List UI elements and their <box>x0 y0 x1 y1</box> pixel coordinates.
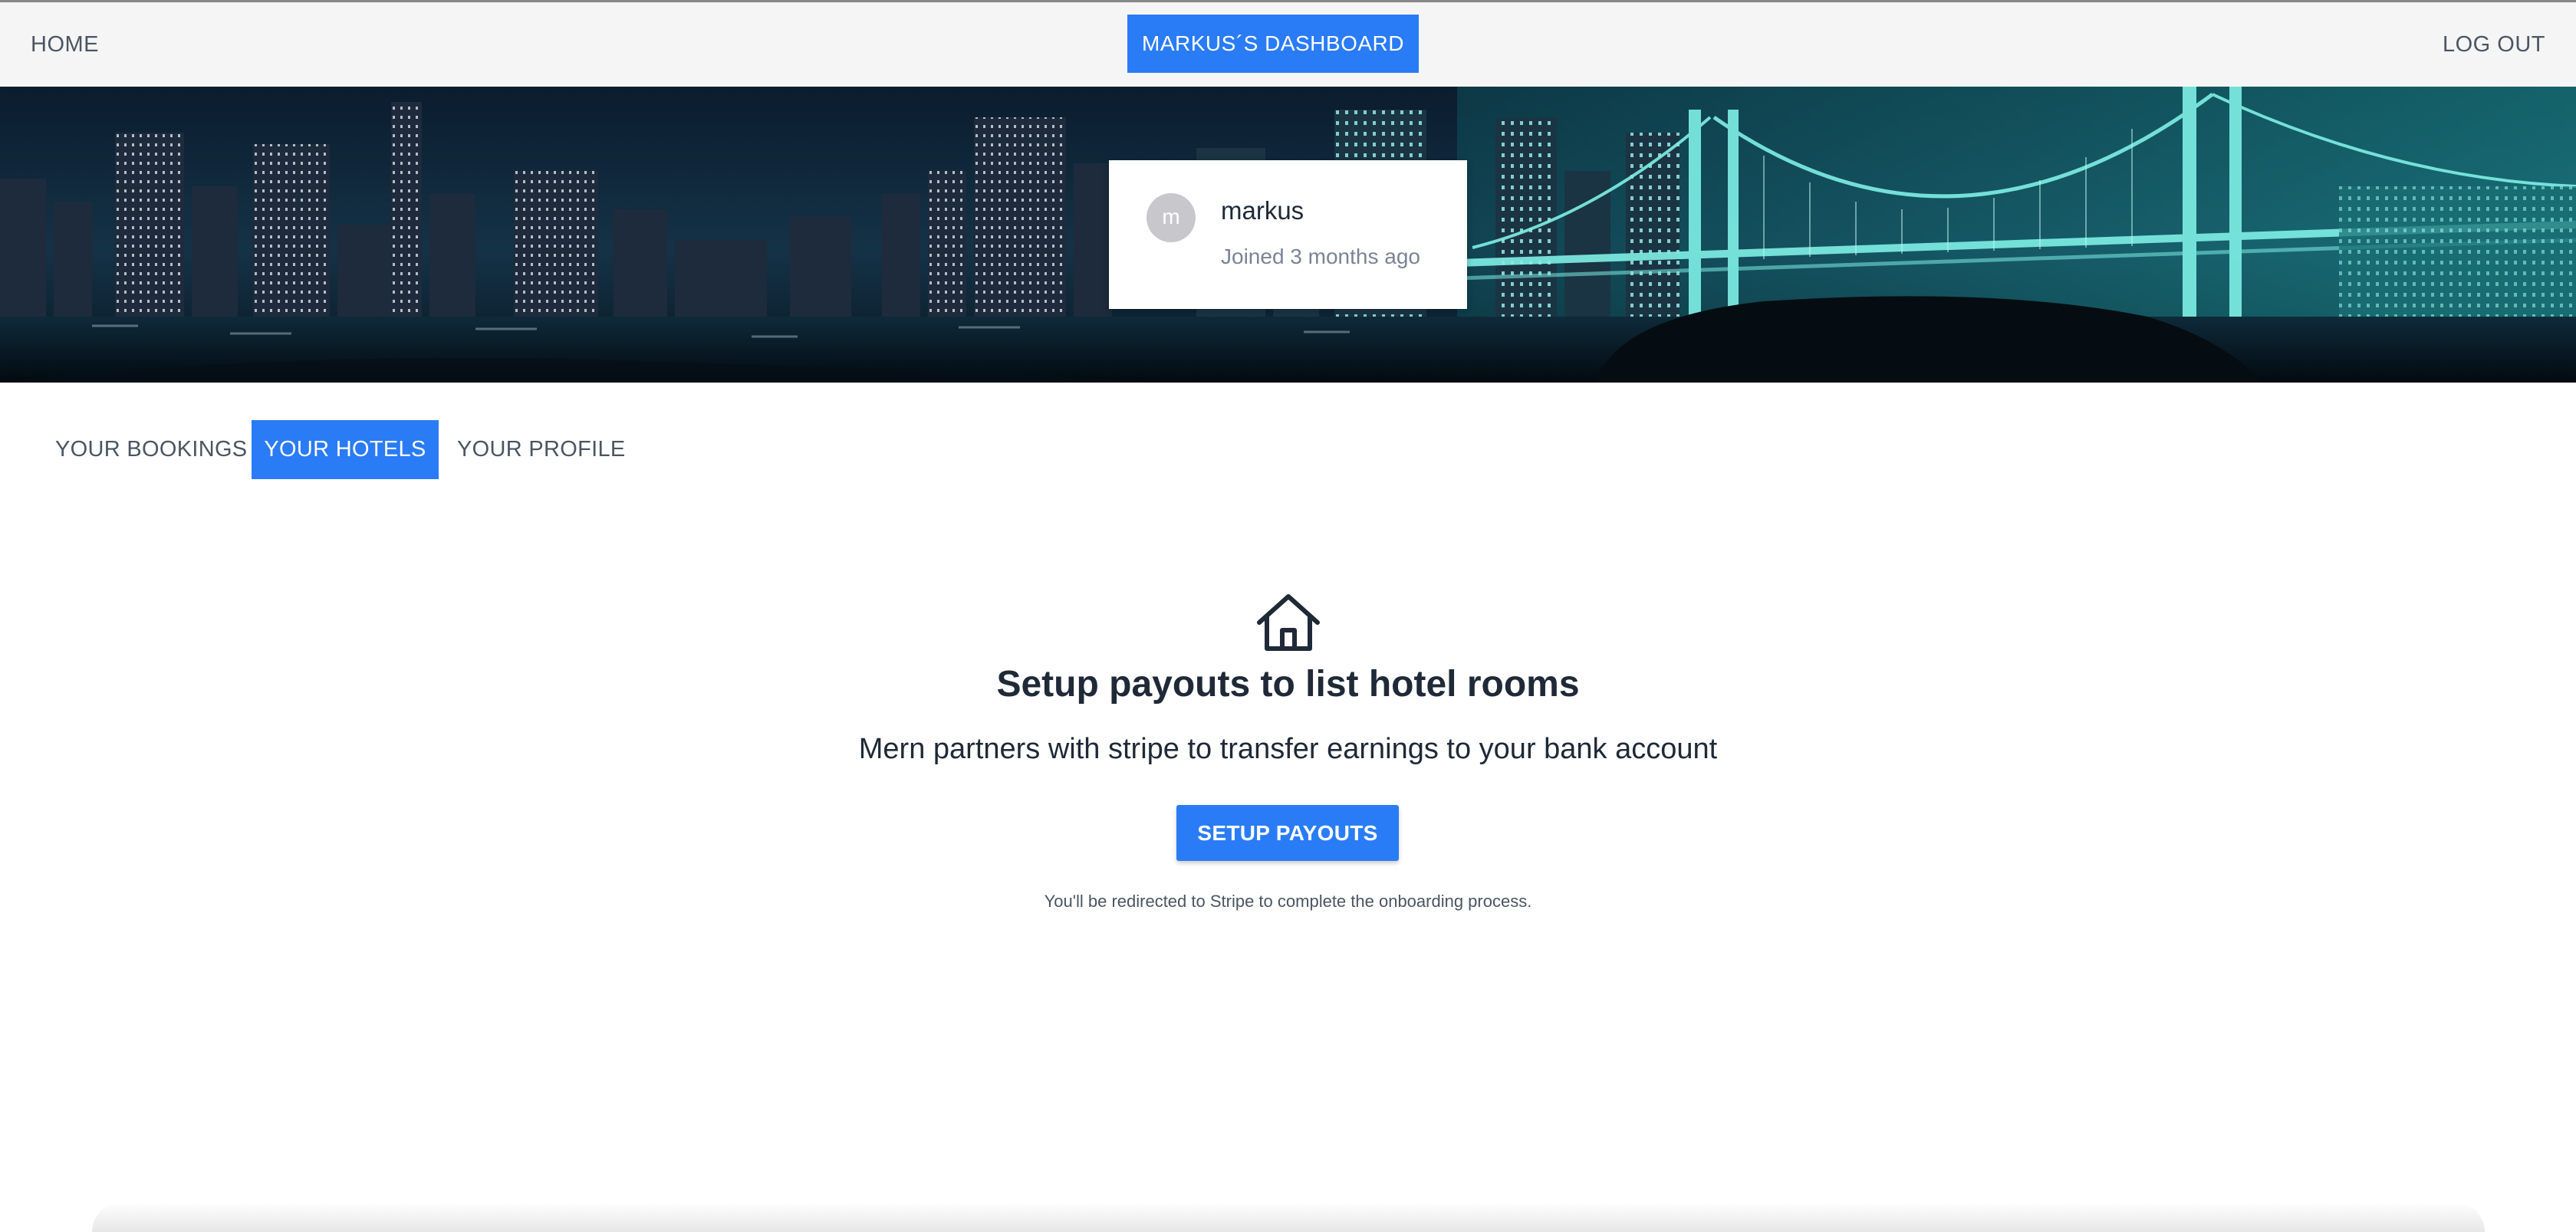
tab-your-bookings[interactable]: YOUR BOOKINGS <box>55 420 247 479</box>
dashboard-button[interactable]: MARKUS´S DASHBOARD <box>1127 15 1419 73</box>
home-icon <box>1257 594 1320 651</box>
profile-name: markus <box>1221 196 1304 225</box>
home-link[interactable]: HOME <box>31 2 99 87</box>
bottom-fade <box>92 1202 2485 1232</box>
avatar: m <box>1147 193 1196 242</box>
setup-payouts-button[interactable]: SETUP PAYOUTS <box>1176 805 1399 861</box>
profile-joined-date: Joined 3 months ago <box>1221 245 1420 268</box>
top-navbar: HOME MARKUS´S DASHBOARD LOG OUT <box>0 0 2576 87</box>
tab-your-profile[interactable]: YOUR PROFILE <box>457 420 626 479</box>
redirect-note: You'll be redirected to Stripe to comple… <box>1044 892 1532 911</box>
profile-card: m markus Joined 3 months ago <box>1109 160 1467 309</box>
logout-link[interactable]: LOG OUT <box>2443 2 2545 87</box>
page-heading: Setup payouts to list hotel rooms <box>996 664 1580 705</box>
tab-your-hotels[interactable]: YOUR HOTELS <box>252 420 439 479</box>
page-subheading: Mern partners with stripe to transfer ea… <box>858 733 1718 765</box>
